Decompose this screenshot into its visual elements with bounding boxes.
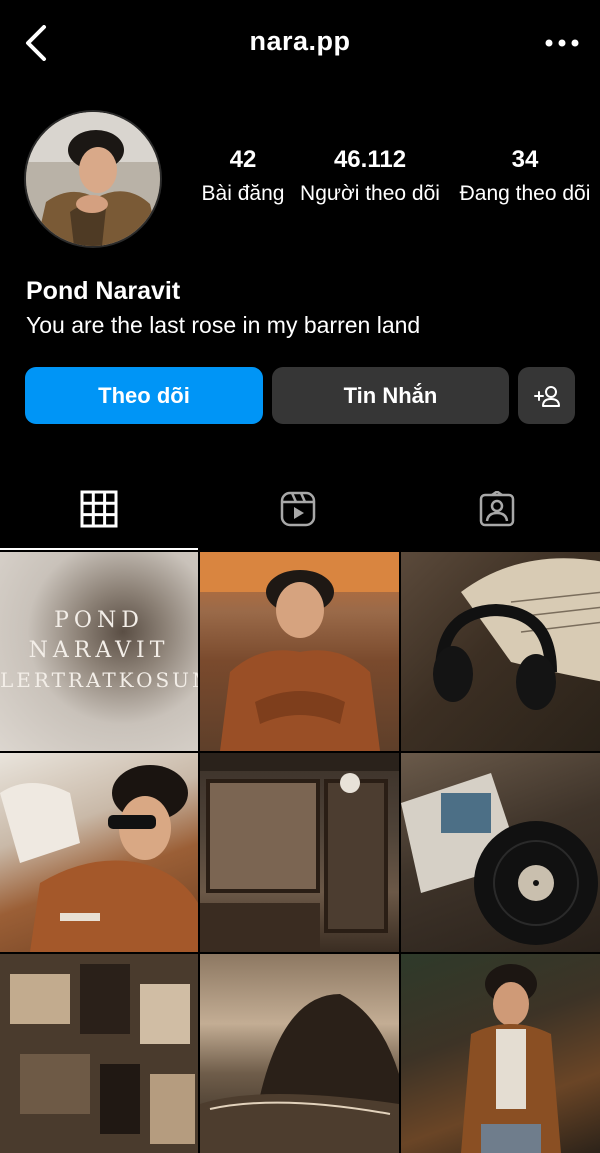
profile-bio: You are the last rose in my barren land [26, 312, 421, 338]
add-user-icon [533, 385, 560, 407]
post-text-line: POND [54, 608, 144, 633]
stat-posts-count: 42 [229, 146, 257, 173]
post-image [200, 994, 399, 1153]
post-thumbnail[interactable] [401, 552, 600, 751]
post-image [433, 558, 600, 710]
post-image [401, 773, 598, 945]
stat-posts-label: Bài đăng [201, 182, 285, 205]
post-thumbnail[interactable] [0, 753, 198, 952]
message-button[interactable]: Tin Nhắn [272, 367, 509, 424]
profile-avatar[interactable] [26, 112, 160, 246]
profile-tabs [0, 470, 600, 550]
suggested-users-button[interactable] [518, 367, 575, 424]
stat-following-label: Đang theo dõi [459, 182, 591, 205]
tab-tagged[interactable] [398, 470, 596, 548]
avatar-image [26, 112, 160, 246]
follow-button[interactable]: Theo dõi [25, 367, 263, 424]
grid-icon [80, 490, 118, 528]
stat-following-count: 34 [511, 146, 539, 173]
post-thumbnail[interactable] [401, 753, 600, 952]
post-image [200, 753, 399, 952]
post-thumbnail[interactable] [0, 954, 198, 1153]
stat-posts[interactable]: 42 Bài đăng [196, 146, 290, 216]
profile-stats: 42 Bài đăng 46.112 Người theo dõi 34 Đan… [196, 146, 600, 216]
tagged-icon [479, 491, 515, 527]
post-image [0, 765, 198, 952]
post-thumbnail[interactable] [200, 552, 399, 751]
post-image [461, 964, 561, 1153]
profile-header: nara.pp [0, 0, 600, 90]
stat-followers[interactable]: 46.112 Người theo dõi [290, 146, 450, 216]
post-text-line: NARAVIT [28, 638, 170, 663]
more-options-button[interactable] [542, 28, 582, 58]
stat-following[interactable]: 34 Đang theo dõi [450, 146, 600, 216]
post-thumbnail[interactable] [200, 753, 399, 952]
profile-username: nara.pp [249, 26, 351, 56]
post-text-line: LERTRATKOSUM [0, 668, 198, 692]
tab-reels[interactable] [199, 470, 397, 548]
post-image [200, 552, 399, 751]
stat-followers-count: 46.112 [333, 146, 407, 173]
tab-posts[interactable] [0, 470, 198, 550]
posts-grid: POND NARAVIT LERTRATKOSUM [0, 552, 600, 1153]
reels-icon [280, 491, 316, 527]
stat-followers-label: Người theo dõi [300, 182, 440, 205]
more-horizontal-icon [545, 39, 579, 47]
post-thumbnail[interactable]: POND NARAVIT LERTRATKOSUM [0, 552, 198, 751]
profile-display-name: Pond Naravit [26, 277, 181, 305]
post-thumbnail[interactable] [401, 954, 600, 1153]
post-image [0, 954, 198, 1153]
post-thumbnail[interactable] [200, 954, 399, 1153]
